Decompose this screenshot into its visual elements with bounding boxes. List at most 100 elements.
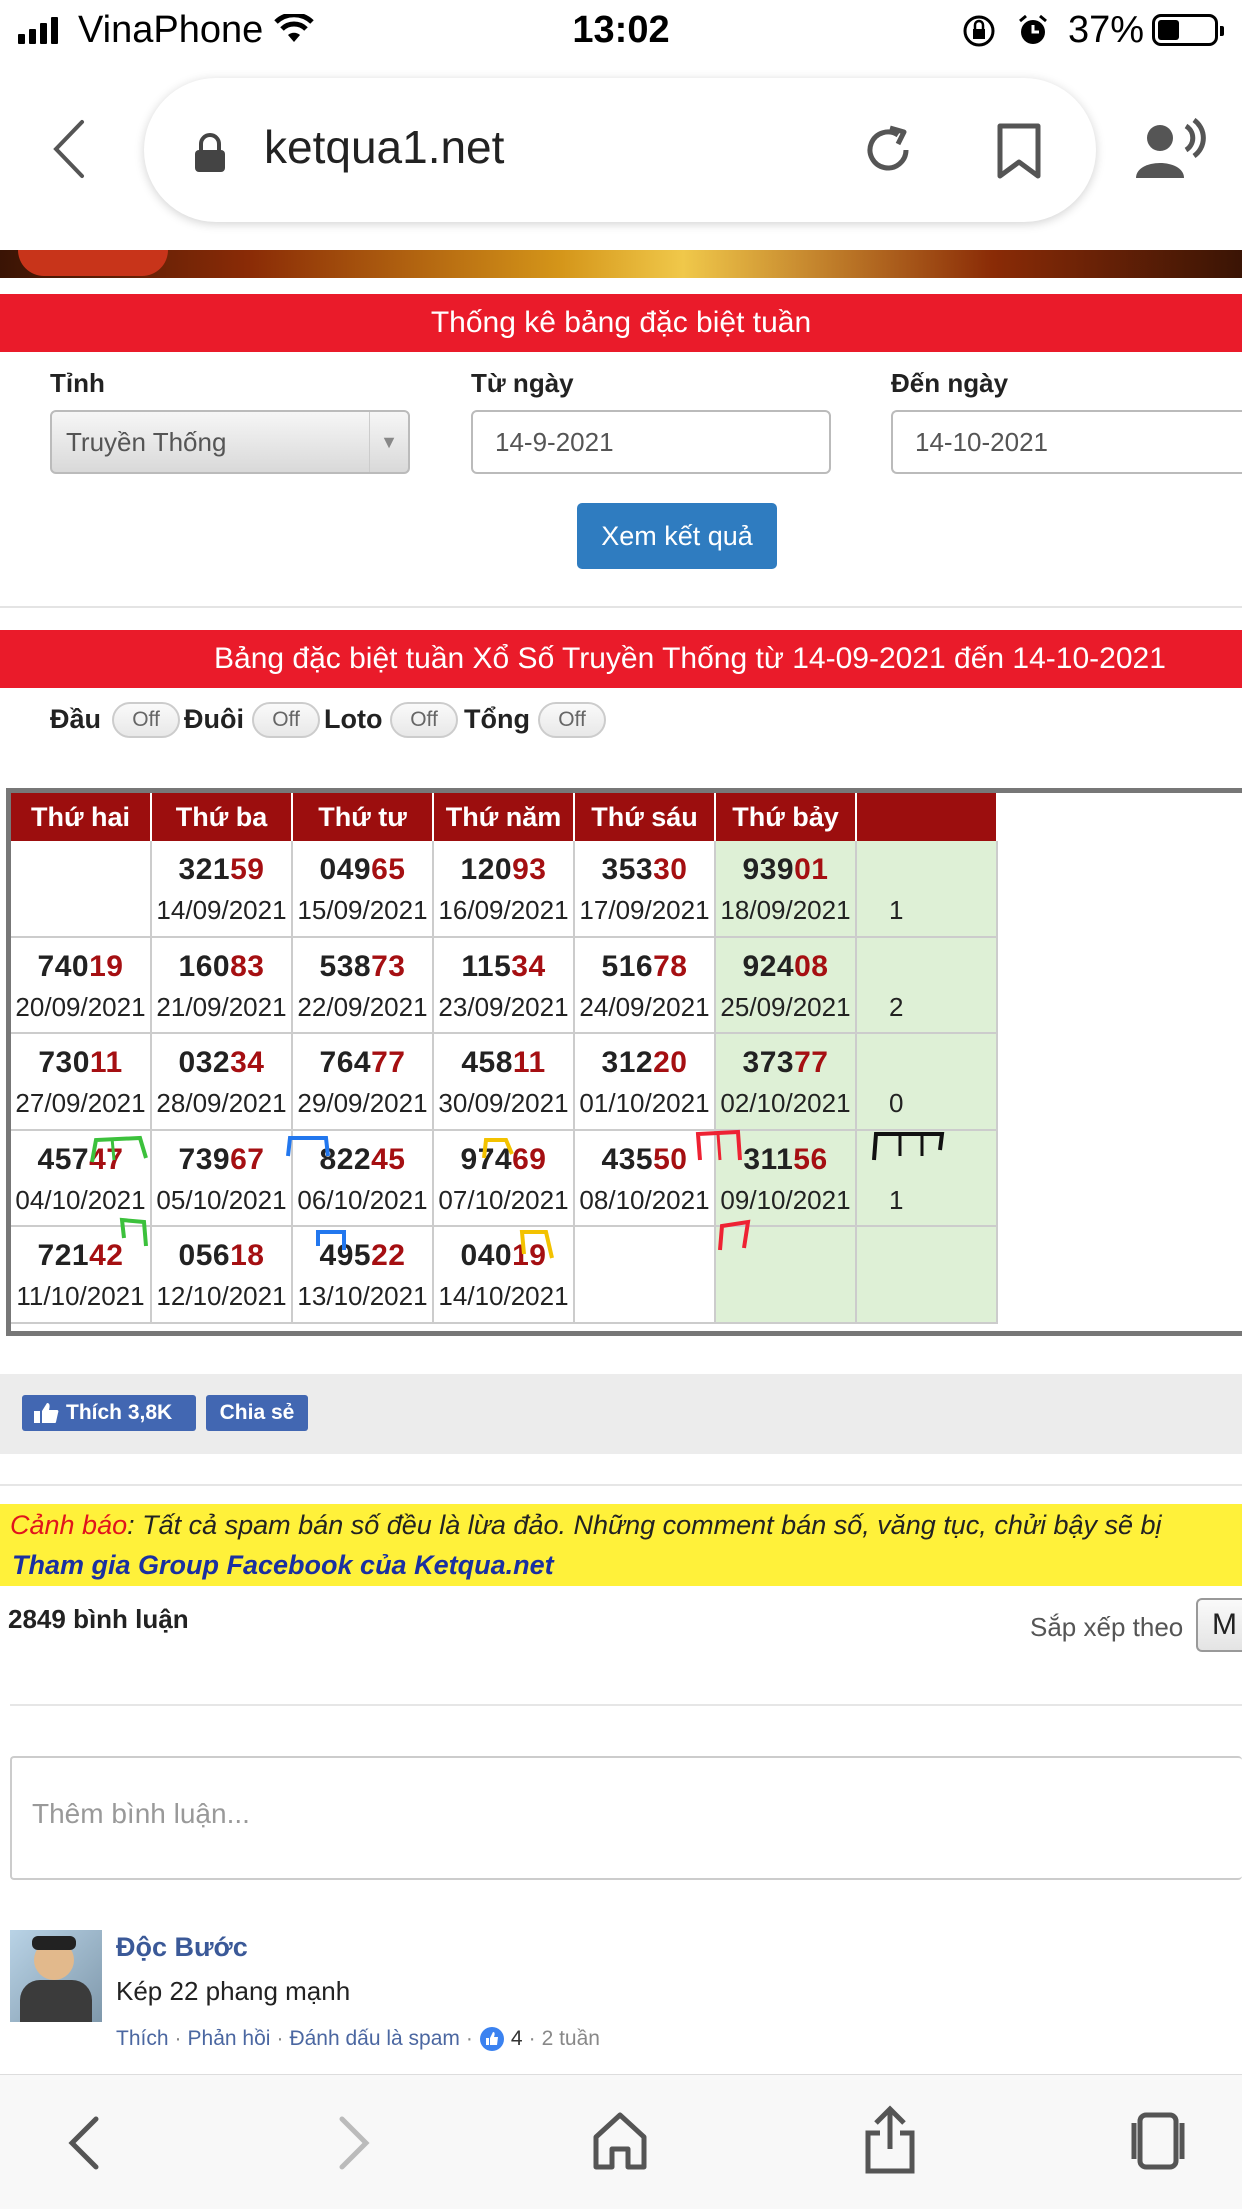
table-header-cell: Thứ tư bbox=[293, 793, 434, 841]
result-date: 24/09/2021 bbox=[579, 991, 710, 1022]
sort-select[interactable]: M bbox=[1196, 1598, 1242, 1652]
reload-icon[interactable] bbox=[860, 122, 916, 178]
result-number-prefix: 160 bbox=[178, 949, 231, 983]
result-number-prefix: 924 bbox=[742, 949, 795, 983]
home-icon[interactable] bbox=[592, 2111, 648, 2171]
table-cell: 92408 25/09/2021 bbox=[716, 937, 857, 1035]
province-select-value: Truyền Thống bbox=[66, 426, 227, 457]
comment-count: 2849 bình luận bbox=[8, 1604, 189, 1634]
banner-ad[interactable] bbox=[0, 250, 1242, 278]
forward-nav-icon[interactable] bbox=[336, 2115, 372, 2171]
comment-input[interactable]: Thêm bình luận... bbox=[10, 1756, 1242, 1880]
facebook-share-button[interactable]: Chia sẻ bbox=[206, 1395, 308, 1431]
facebook-like-button[interactable]: Thích 3,8K bbox=[22, 1395, 196, 1431]
from-date-value: 14-9-2021 bbox=[495, 426, 614, 457]
comment-spam-link[interactable]: Đánh dấu là spam bbox=[289, 2027, 459, 2051]
lock-icon bbox=[195, 133, 225, 172]
result-number-tail: 77 bbox=[794, 1046, 829, 1080]
warning-message: : Tất cả spam bán số đều là lừa đảo. Nhữ… bbox=[127, 1510, 1162, 1540]
result-date: 18/09/2021 bbox=[720, 895, 851, 925]
result-number-prefix: 538 bbox=[319, 949, 372, 983]
table-cell: 11534 23/09/2021 bbox=[434, 937, 575, 1035]
warning-text: Cảnh báo: Tất cả spam bán số đều là lừa … bbox=[10, 1510, 1162, 1541]
result-date: 17/09/2021 bbox=[579, 895, 710, 925]
tabs-icon[interactable] bbox=[1126, 2111, 1190, 2171]
comment-placeholder: Thêm bình luận... bbox=[32, 1798, 250, 1829]
toggle-dau[interactable]: Off bbox=[112, 702, 180, 738]
result-number-tail: 11 bbox=[512, 1046, 546, 1080]
from-date-input[interactable]: 14-9-2021 bbox=[471, 410, 831, 474]
table-cell: 0 bbox=[857, 1034, 998, 1131]
result-number-prefix: 516 bbox=[601, 949, 654, 983]
browser-toolbar bbox=[0, 2074, 1242, 2209]
facebook-group-link[interactable]: Tham gia Group Facebook của Ketqua.net bbox=[12, 1550, 554, 1581]
share-icon[interactable] bbox=[864, 2105, 916, 2175]
result-number-tail: 34 bbox=[511, 949, 546, 983]
comment-reply-link[interactable]: Phản hồi bbox=[188, 2027, 271, 2051]
table-header-cell bbox=[857, 793, 998, 841]
result-date: 27/09/2021 bbox=[15, 1088, 146, 1119]
province-select[interactable]: Truyền Thống ▼ bbox=[50, 410, 410, 474]
result-number-prefix: 740 bbox=[37, 949, 90, 983]
table-header-cell: Thứ năm bbox=[434, 793, 575, 841]
sort-label: Sắp xếp theo bbox=[1030, 1612, 1184, 1642]
result-number: 74019 bbox=[11, 950, 150, 984]
result-date: 21/09/2021 bbox=[156, 991, 287, 1022]
result-date: 02/10/2021 bbox=[720, 1088, 851, 1119]
result-date: 28/09/2021 bbox=[156, 1088, 287, 1119]
result-number-prefix: 049 bbox=[319, 853, 372, 886]
result-number-tail: 30 bbox=[653, 853, 688, 886]
table-cell: 32159 14/09/2021 bbox=[152, 841, 293, 938]
back-icon[interactable] bbox=[52, 118, 86, 180]
comment-text: Kép 22 phang mạnh bbox=[116, 1976, 351, 2006]
battery-percent: 37% bbox=[1068, 9, 1145, 51]
table-cell bbox=[11, 841, 152, 938]
table-cell: 53873 22/09/2021 bbox=[293, 937, 434, 1035]
toggle-tong[interactable]: Off bbox=[538, 702, 606, 738]
table-cell: 74019 20/09/2021 bbox=[11, 937, 152, 1035]
table-cell: 1 bbox=[857, 841, 998, 938]
to-date-input[interactable]: 14-10-2021 bbox=[891, 410, 1242, 474]
result-date: 20/09/2021 bbox=[15, 991, 146, 1022]
result-number: 45811 bbox=[434, 1046, 573, 1080]
result-number-prefix: 764 bbox=[319, 1046, 372, 1080]
table-cell: 45811 30/09/2021 bbox=[434, 1034, 575, 1131]
result-number: 92408 bbox=[716, 950, 855, 984]
result-date: 12/10/2021 bbox=[156, 1281, 287, 1312]
result-date: 14/10/2021 bbox=[438, 1281, 569, 1312]
comment-author[interactable]: Độc Bước bbox=[116, 1932, 248, 1963]
result-date: 0 bbox=[889, 1088, 904, 1119]
table-cell: 31220 01/10/2021 bbox=[575, 1034, 716, 1131]
result-number: 76477 bbox=[293, 1046, 432, 1080]
result-number: 12093 bbox=[434, 853, 573, 887]
bookmark-icon[interactable] bbox=[996, 122, 1042, 180]
toggle-duoi[interactable]: Off bbox=[252, 702, 320, 738]
url-text[interactable]: ketqua1.net bbox=[264, 120, 504, 174]
avatar[interactable] bbox=[10, 1930, 102, 2022]
table-header-cell: Thứ bảy bbox=[716, 793, 857, 841]
back-nav-icon[interactable] bbox=[66, 2115, 102, 2171]
result-date: 22/09/2021 bbox=[297, 991, 428, 1022]
table-cell: 16083 21/09/2021 bbox=[152, 937, 293, 1035]
toggle-label-duoi: Đuôi bbox=[184, 704, 244, 734]
province-label: Tỉnh bbox=[50, 368, 105, 398]
to-date-label: Đến ngày bbox=[891, 368, 1009, 398]
result-date: 01/10/2021 bbox=[579, 1088, 710, 1119]
reader-voice-icon[interactable] bbox=[1134, 118, 1208, 182]
result-number: 03234 bbox=[152, 1046, 291, 1080]
result-date: 14/09/2021 bbox=[156, 895, 287, 925]
result-number: 73011 bbox=[11, 1046, 150, 1080]
result-number-prefix: 115 bbox=[461, 949, 512, 983]
result-number-tail: 93 bbox=[512, 853, 547, 886]
toggle-loto[interactable]: Off bbox=[390, 702, 458, 738]
chevron-down-icon: ▼ bbox=[369, 412, 408, 472]
comment-like-link[interactable]: Thích bbox=[116, 2027, 169, 2051]
toggle-label-loto: Loto bbox=[324, 704, 383, 734]
result-date: 2 bbox=[889, 991, 904, 1022]
result-number-prefix: 120 bbox=[460, 853, 513, 886]
result-number-tail: 65 bbox=[371, 853, 406, 886]
result-number-tail: 78 bbox=[653, 949, 688, 983]
result-number: 04965 bbox=[293, 853, 432, 887]
view-results-button[interactable]: Xem kết quả bbox=[577, 503, 777, 569]
thumbs-up-icon bbox=[34, 1403, 59, 1423]
